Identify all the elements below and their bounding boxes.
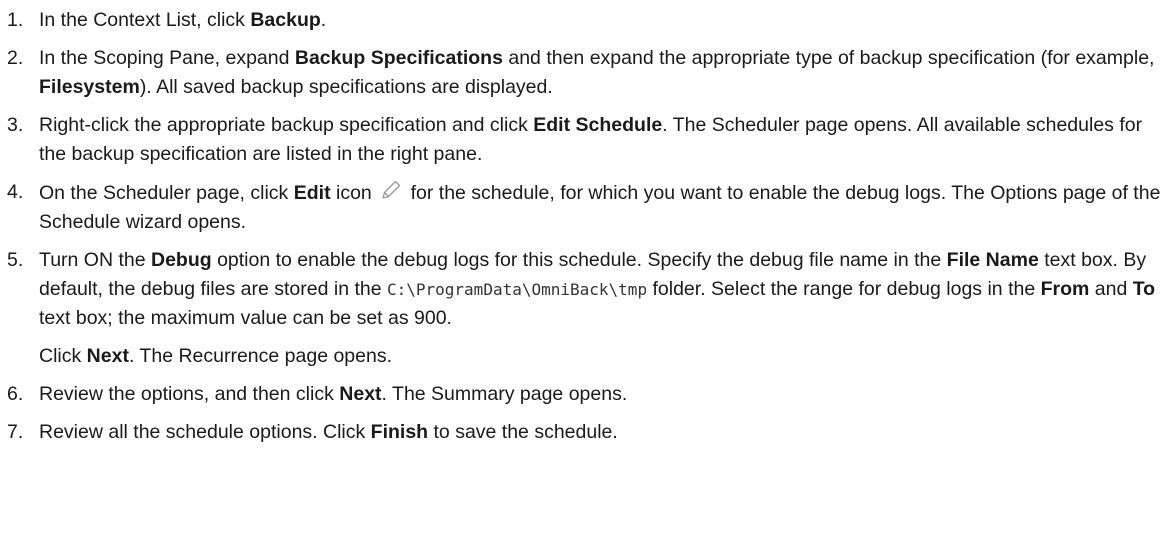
step-text: Review the options, and then click xyxy=(39,383,340,405)
step-body: Review all the schedule options. Click F… xyxy=(39,418,1164,447)
ui-term-bold: To xyxy=(1132,278,1156,300)
step-body: Turn ON the Debug option to enable the d… xyxy=(39,246,1164,333)
step-text: In the Scoping Pane, expand xyxy=(39,47,295,69)
step-number: 4. xyxy=(7,181,24,203)
ui-term-bold: Finish xyxy=(370,421,429,443)
ui-term-bold: Next xyxy=(339,383,382,405)
step-text: ). All saved backup specifications are d… xyxy=(139,76,553,98)
step-number: 7. xyxy=(7,421,24,443)
step-text: . The Recurrence page opens. xyxy=(128,345,393,367)
ui-term-bold: Edit Schedule xyxy=(533,114,663,136)
step-item: 5. Turn ON the Debug option to enable the… xyxy=(0,246,1164,371)
ui-term-bold: Debug xyxy=(150,249,212,271)
step-text: option to enable the debug logs for this… xyxy=(211,249,947,271)
step-text: and xyxy=(1089,278,1133,300)
step-text: Click xyxy=(39,345,87,367)
step-text: Review all the schedule options. Click xyxy=(39,421,371,443)
step-text: . xyxy=(320,9,327,31)
step-body: In the Context List, click Backup. xyxy=(39,6,1164,35)
ui-term-bold: Edit xyxy=(293,182,331,204)
ui-term-bold: File Name xyxy=(946,249,1039,271)
step-body: Right-click the appropriate backup speci… xyxy=(39,111,1164,169)
ui-term-bold: Next xyxy=(86,345,129,367)
step-body: On the Scheduler page, click Edit icon f… xyxy=(39,178,1164,237)
step-text: and then expand the appropriate type of … xyxy=(502,47,1155,69)
step-item: 1. In the Context List, click Backup. xyxy=(0,6,1164,35)
step-text: In the Context List, click xyxy=(39,9,251,31)
step-item: 3. Right-click the appropriate backup spe… xyxy=(0,111,1164,169)
step-text: Right-click the appropriate backup speci… xyxy=(39,114,534,136)
step-item: 4. On the Scheduler page, click Edit icon… xyxy=(0,178,1164,237)
step-text: On the Scheduler page, click xyxy=(39,182,294,204)
step-text: . The Summary page opens. xyxy=(381,383,628,405)
procedure-steps-list: 1. In the Context List, click Backup. 2. In… xyxy=(0,0,1164,447)
step-text: icon xyxy=(330,182,378,204)
file-path-code: C:\ProgramData\OmniBack\tmp xyxy=(386,280,648,299)
step-text: to save the schedule. xyxy=(428,421,618,443)
step-body: In the Scoping Pane, expand Backup Speci… xyxy=(39,44,1164,102)
ui-term-bold: Backup xyxy=(250,9,321,31)
step-item: 2. In the Scoping Pane, expand Backup Spe… xyxy=(0,44,1164,102)
step-number: 6. xyxy=(7,383,24,405)
pencil-edit-icon xyxy=(382,180,401,199)
step-number: 1. xyxy=(7,9,24,31)
step-text: Turn ON the xyxy=(39,249,151,271)
ui-term-bold: Filesystem xyxy=(39,76,140,98)
step-number: 5. xyxy=(7,249,24,271)
step-number: 3. xyxy=(7,114,24,136)
ui-term-bold: From xyxy=(1040,278,1090,300)
step-item: 6. Review the options, and then click Nex… xyxy=(0,380,1164,409)
step-item: 7. Review all the schedule options. Click… xyxy=(0,418,1164,447)
step-text: folder. Select the range for debug logs … xyxy=(647,278,1041,300)
step-number: 2. xyxy=(7,47,24,69)
step-body: Review the options, and then click Next.… xyxy=(39,380,1164,409)
step-text: text box; the maximum value can be set a… xyxy=(39,307,452,329)
ui-term-bold: Backup Specifications xyxy=(294,47,503,69)
step-followup: Click Next. The Recurrence page opens. xyxy=(39,342,1164,371)
